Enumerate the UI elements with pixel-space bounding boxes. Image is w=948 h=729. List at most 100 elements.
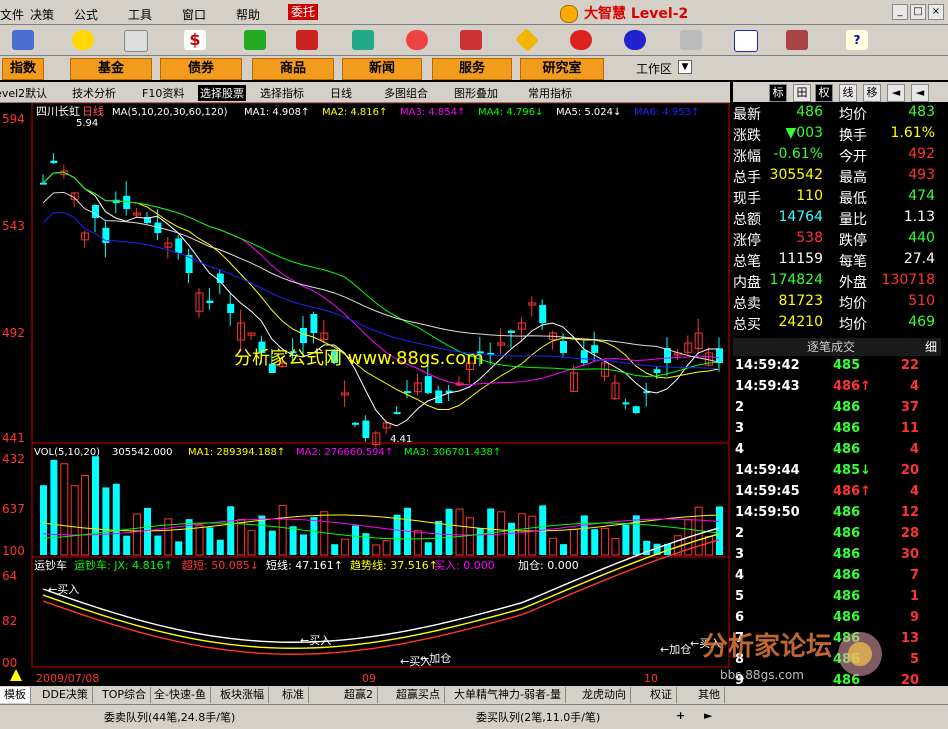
ma-value: MA5: 5.024↓ <box>556 107 621 118</box>
volume-bar <box>569 528 578 556</box>
scroll-right-icon[interactable]: ► <box>704 709 712 722</box>
btab-template[interactable]: 模板 <box>0 687 31 703</box>
btab-buy-point[interactable]: 超赢买点 <box>392 687 445 703</box>
menu-window[interactable]: 窗口 <box>182 6 206 23</box>
refresh-icon[interactable] <box>570 30 592 50</box>
indicator-value: 运钞车: JX: 4.816↑ <box>74 558 173 572</box>
subnav-multi[interactable]: 多图组合 <box>384 85 428 101</box>
tab-news[interactable]: 新闻 <box>342 58 422 80</box>
diamond-icon[interactable] <box>515 28 539 52</box>
clipboard-icon[interactable] <box>680 30 702 50</box>
rtab-next[interactable]: ◄ <box>911 84 929 102</box>
btab-other[interactable]: 其他 <box>694 687 725 703</box>
rtab-grid[interactable]: 田 <box>793 84 811 102</box>
minimize-icon[interactable]: _ <box>892 4 908 20</box>
volume-bar <box>331 544 339 555</box>
btab-dde[interactable]: DDE决策 <box>38 687 93 703</box>
window-icon[interactable] <box>734 30 758 52</box>
volume-bar <box>195 524 204 556</box>
tab-index[interactable]: 指数 <box>2 58 44 80</box>
volume-bar <box>60 463 69 556</box>
brand-logo: 大智慧 Level-2 <box>560 3 720 23</box>
btab-sector[interactable]: 板块涨幅 <box>216 687 269 703</box>
quote-value-2: 440 <box>908 230 935 246</box>
tick-time: 4 <box>735 442 745 457</box>
tab-service[interactable]: 服务 <box>432 58 512 80</box>
candle-body <box>580 350 588 363</box>
subnav-tech[interactable]: 技术分析 <box>72 85 116 101</box>
tab-bond[interactable]: 债券 <box>160 58 242 80</box>
restore-icon[interactable]: □ <box>910 4 926 20</box>
signal-icon[interactable] <box>244 30 266 50</box>
quote-value-2: 493 <box>908 167 935 183</box>
volume-bar <box>258 515 266 555</box>
btab-standard[interactable]: 标准 <box>278 687 309 703</box>
tick-row: 3 486 30 <box>733 547 941 568</box>
rtab-mark[interactable]: 标 <box>769 84 787 102</box>
kline-chart[interactable]: ←买入 ←买入 ←买入 ←加仓 ←加仓 ←买入 四川长虹 日线 MA(5,10,20,30… <box>0 102 730 685</box>
tick-time: 2 <box>735 526 745 541</box>
subnav-common[interactable]: 常用指标 <box>528 85 572 101</box>
btab-top[interactable]: TOP综合 <box>98 687 152 703</box>
workarea-dropdown-icon[interactable]: ▼ <box>678 60 692 74</box>
volume-bar <box>705 536 714 556</box>
candle-body <box>300 328 307 343</box>
rtab-line[interactable]: 线 <box>839 84 857 102</box>
add-icon[interactable]: + <box>676 709 685 722</box>
quote-label-2: 均价 <box>839 296 867 312</box>
subnav-level2[interactable]: level2默认 <box>0 85 47 101</box>
star-icon[interactable] <box>72 30 94 50</box>
btab-chaoying2[interactable]: 超赢2 <box>340 687 378 703</box>
subnav-select-stock[interactable]: 选择股票 <box>198 85 246 101</box>
books-icon[interactable] <box>786 30 808 50</box>
pen-icon[interactable] <box>460 30 482 50</box>
tab-commodity[interactable]: 商品 <box>252 58 334 80</box>
buy-queue[interactable]: 委买队列(2笔,11.0手/笔) <box>476 709 600 725</box>
chart-bars-icon[interactable] <box>296 30 318 50</box>
tick-row: 4 486 7 <box>733 568 941 589</box>
tick-volume: 5 <box>909 652 919 667</box>
rtab-prev[interactable]: ◄ <box>887 84 905 102</box>
date-axis-sep: 09 <box>362 672 376 685</box>
quote-label-2: 外盘 <box>839 275 867 291</box>
menu-trade[interactable]: 委托 <box>288 4 319 20</box>
high-marker: 5.94 <box>76 118 98 129</box>
menu-formula[interactable]: 公式 <box>74 6 98 23</box>
btab-fast-fish[interactable]: 全-快速-鱼 <box>150 687 211 703</box>
globe-icon[interactable] <box>624 30 646 50</box>
subnav-select-indicator[interactable]: 选择指标 <box>260 85 304 101</box>
menu-tools[interactable]: 工具 <box>128 6 152 23</box>
bell-icon[interactable] <box>406 30 428 50</box>
dollar-icon[interactable]: $ <box>184 30 206 50</box>
price-series <box>40 153 723 448</box>
ma-params: MA(5,10,20,30,60,120) <box>112 107 228 118</box>
tick-time: 14:59:42 <box>735 358 800 373</box>
tick-detail-button[interactable]: 细 <box>925 338 937 356</box>
menu-help[interactable]: 帮助 <box>236 6 260 23</box>
tab-fund[interactable]: 基金 <box>70 58 152 80</box>
sell-queue[interactable]: 委卖队列(44笔,24.8手/笔) <box>104 709 235 725</box>
tick-price: 485 <box>833 358 861 373</box>
btab-big-order[interactable]: 大单精气神力-弱者-量 <box>450 687 566 703</box>
menu-decision[interactable]: 决策 <box>30 6 54 23</box>
workarea-label[interactable]: 工作区 <box>636 60 672 77</box>
subnav-overlay[interactable]: 图形叠加 <box>454 85 498 101</box>
menu-file[interactable]: 文件 <box>0 6 24 23</box>
close-icon[interactable]: × <box>928 4 944 20</box>
sub-nav: level2默认 技术分析 F10资料 选择股票 选择指标 日线 多图组合 图形… <box>0 82 730 103</box>
tab-research[interactable]: 研究室 <box>520 58 604 80</box>
btab-warrant[interactable]: 权证 <box>646 687 677 703</box>
quote-label-2: 均价 <box>839 317 867 333</box>
quote-label-2: 最低 <box>839 191 867 207</box>
rtab-move[interactable]: 移 <box>863 84 881 102</box>
ruler-icon[interactable] <box>124 30 148 52</box>
rtab-rights[interactable]: 权 <box>815 84 833 102</box>
binoculars-icon[interactable] <box>352 30 374 50</box>
help-pointer-icon[interactable]: ? <box>846 30 868 50</box>
subnav-daily[interactable]: 日线 <box>330 85 352 101</box>
vol-axis-bottom: 100 <box>2 544 25 558</box>
monitor-icon[interactable] <box>12 30 34 50</box>
btab-dragon[interactable]: 龙虎动向 <box>578 687 631 703</box>
tick-row: 2 486 37 <box>733 400 941 421</box>
subnav-f10[interactable]: F10资料 <box>142 85 184 101</box>
